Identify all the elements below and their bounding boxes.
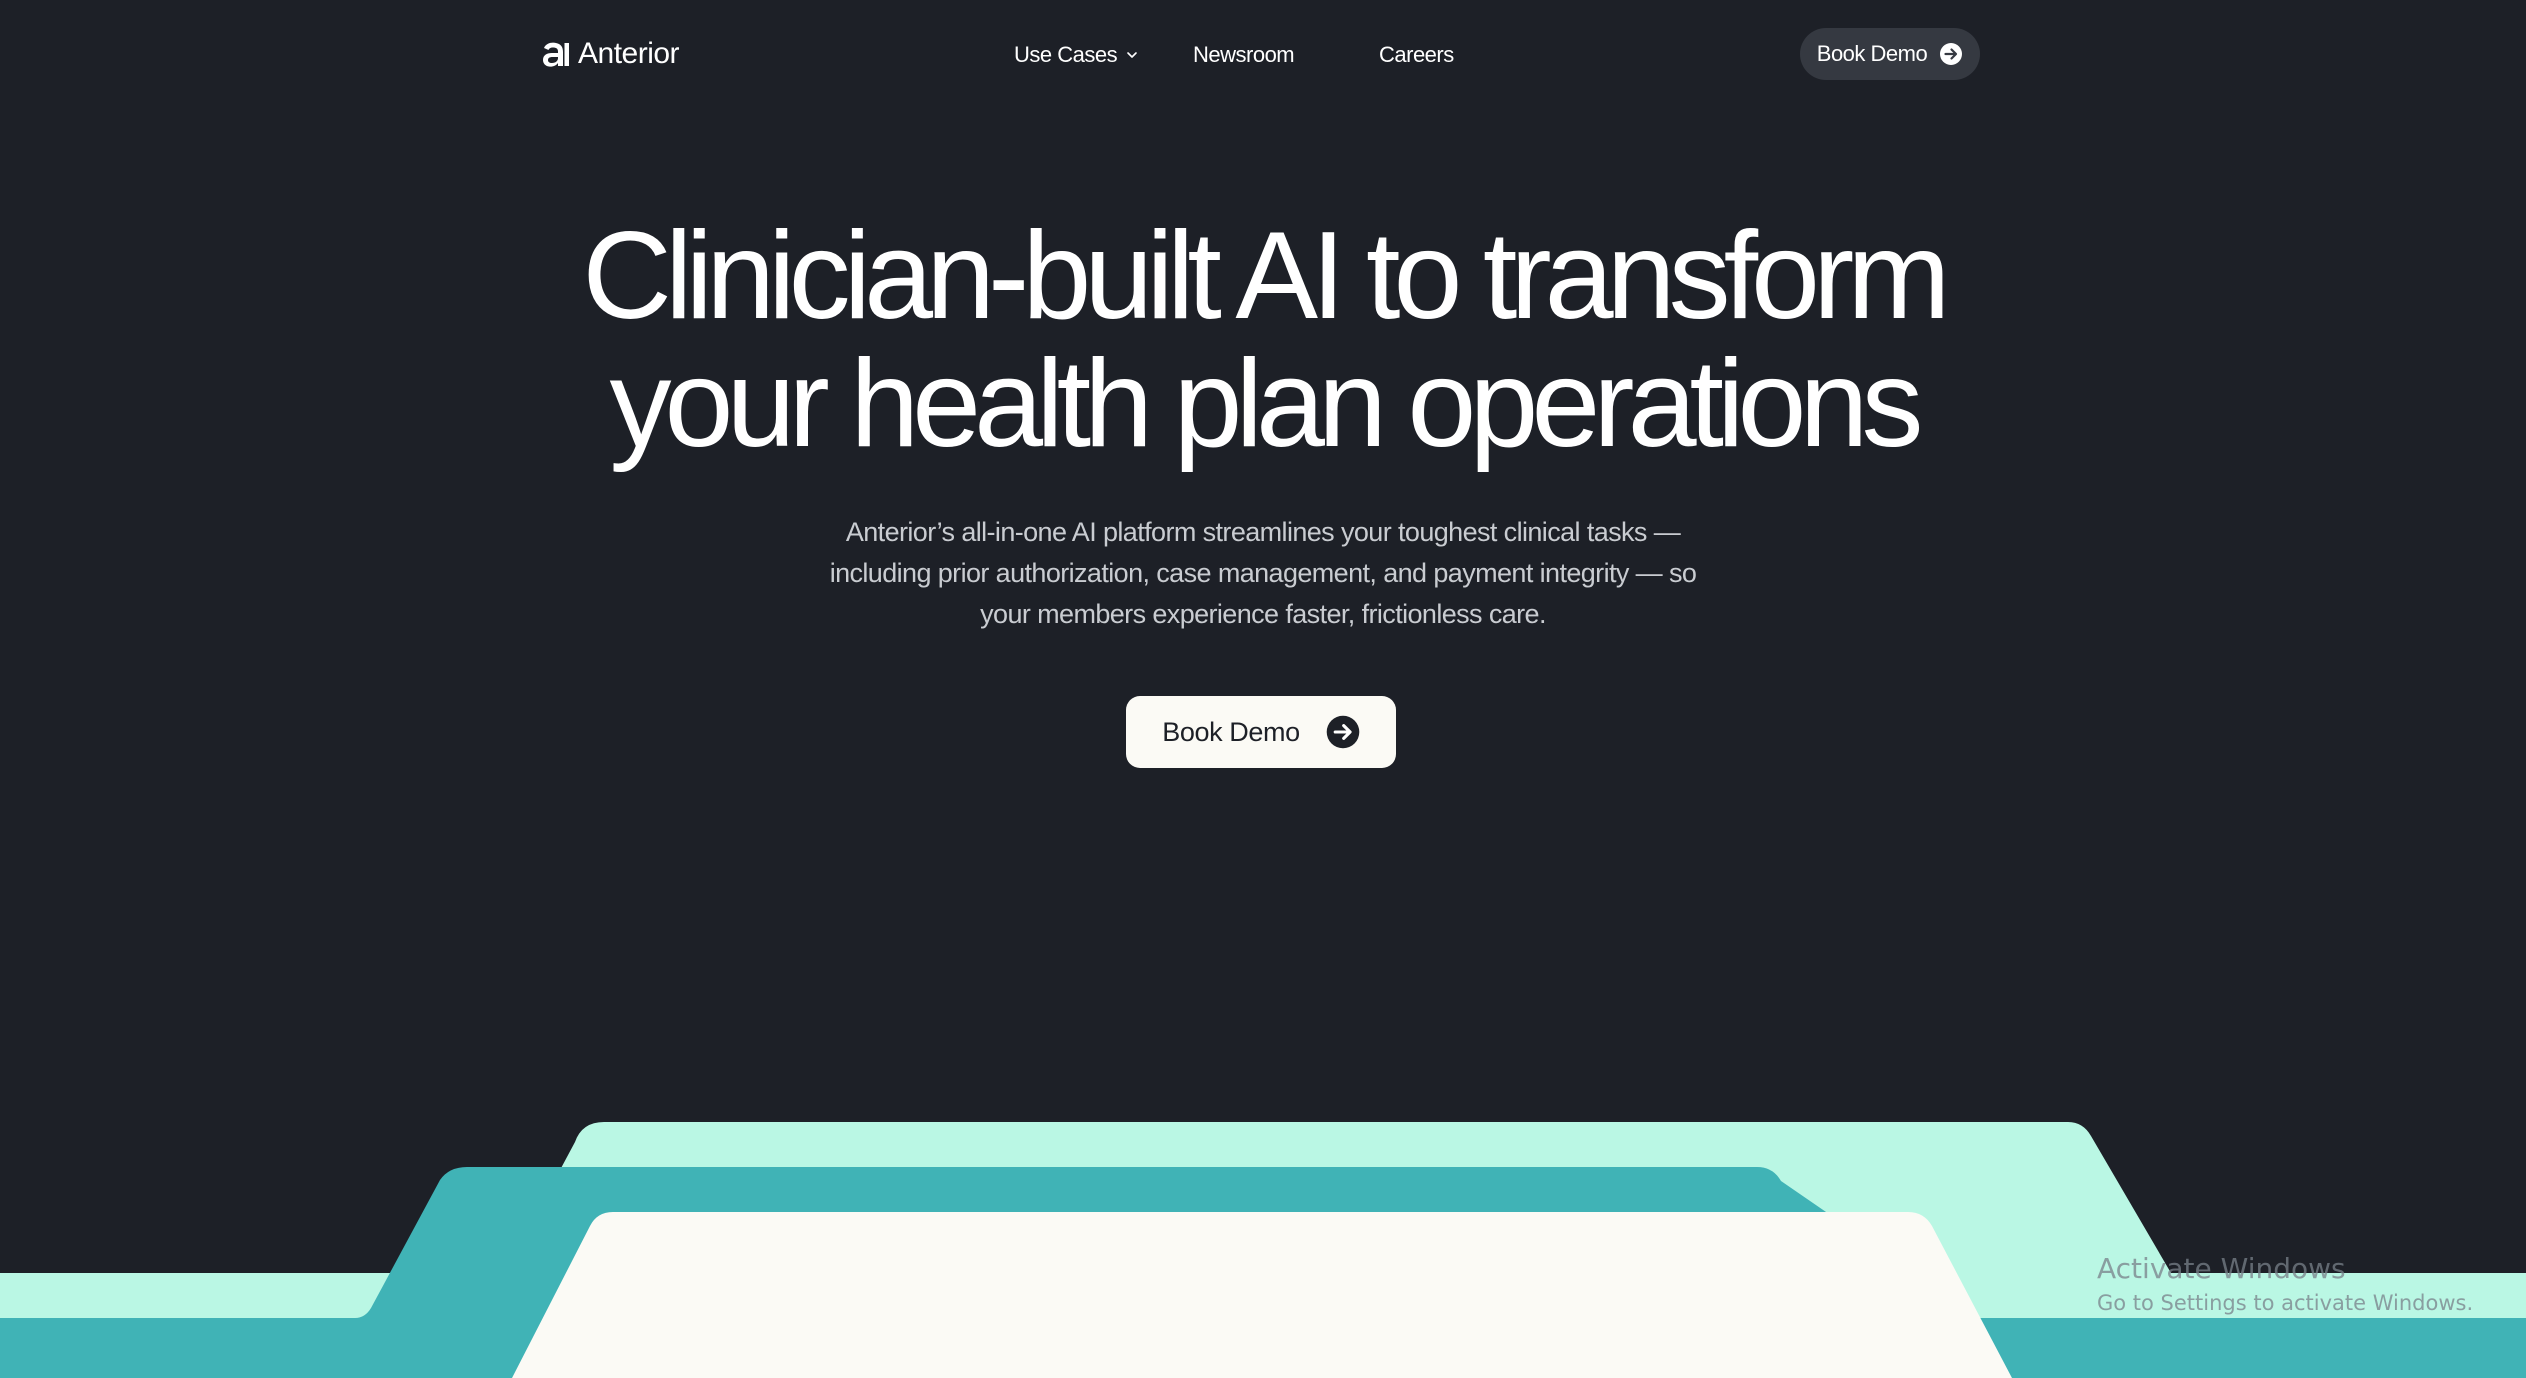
hero-book-demo-button[interactable]: Book Demo bbox=[1126, 696, 1396, 768]
nav-item-newsroom[interactable]: Newsroom bbox=[1193, 36, 1295, 74]
nav-item-careers[interactable]: Careers bbox=[1379, 36, 1454, 74]
windows-activation-watermark: Activate Windows Go to Settings to activ… bbox=[2097, 1252, 2473, 1318]
arrow-right-circle-icon bbox=[1940, 43, 1963, 65]
chevron-down-icon bbox=[1127, 52, 1137, 58]
arrow-right-circle-icon bbox=[1326, 715, 1360, 749]
decorative-layered-shapes bbox=[0, 1122, 2526, 1378]
nav-book-demo-label: Book Demo bbox=[1816, 41, 1928, 66]
nav-item-label: Careers bbox=[1379, 42, 1454, 67]
hero-title: Clinician-built AI to transform your hea… bbox=[300, 212, 2226, 468]
hero-title-line-1: Clinician-built AI to transform bbox=[582, 207, 1950, 345]
watermark-subtitle: Go to Settings to activate Windows. bbox=[2097, 1291, 2474, 1315]
nav-item-use-cases[interactable]: Use Cases bbox=[1014, 36, 1139, 74]
nav-book-demo-button[interactable]: Book Demo bbox=[1800, 28, 1980, 80]
hero-book-demo-label: Book Demo bbox=[1162, 716, 1300, 747]
watermark-title: Activate Windows bbox=[2097, 1252, 2346, 1285]
brand-logo[interactable]: Anterior bbox=[540, 32, 680, 76]
hero-subtitle: Anterior’s all-in-one AI platform stream… bbox=[829, 517, 1697, 629]
nav-item-label: Newsroom bbox=[1193, 42, 1295, 67]
anterior-a-logo-icon bbox=[543, 42, 569, 67]
brand-name: Anterior bbox=[578, 37, 680, 70]
nav-item-label: Use Cases bbox=[1014, 42, 1118, 67]
hero-title-line-2: your health plan operations bbox=[609, 335, 1924, 473]
top-navigation: Anterior Use Cases Newsroom Careers Book… bbox=[0, 0, 2526, 110]
cream-shape bbox=[512, 1212, 2012, 1378]
page: Anterior Use Cases Newsroom Careers Book… bbox=[0, 0, 2526, 1378]
